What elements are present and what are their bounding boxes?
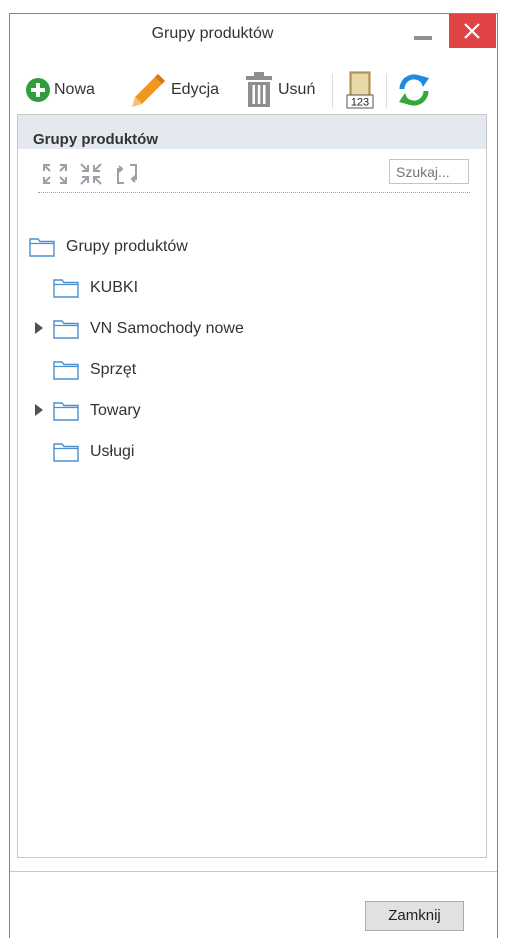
toolbar-separator [332, 74, 333, 108]
minimize-icon[interactable] [414, 36, 432, 40]
search-input[interactable] [389, 159, 469, 184]
tree-item-root[interactable]: Grupy produktów [29, 235, 188, 259]
tree-item[interactable]: Sprzęt [53, 358, 136, 382]
collapse-all-icon[interactable] [78, 163, 104, 185]
tree-item-label: VN Samochody nowe [90, 320, 244, 337]
tree-tools [38, 155, 470, 193]
add-circle-icon [26, 78, 50, 102]
tree-item[interactable]: Towary [53, 399, 141, 423]
folder-icon [53, 279, 79, 298]
window-title: Grupy produktów [151, 25, 274, 42]
tree-item[interactable]: Usługi [53, 440, 134, 464]
delete-button-label: Usuń [278, 81, 316, 98]
folder-icon [29, 238, 55, 257]
refresh-icon [399, 74, 429, 106]
triangle-right-icon[interactable] [34, 403, 44, 417]
new-button[interactable]: Nowa [26, 68, 95, 112]
close-icon [464, 23, 480, 39]
tree-item-label: Grupy produktów [66, 238, 188, 255]
triangle-right-icon[interactable] [34, 321, 44, 335]
pencil-icon [132, 74, 165, 107]
toolbar: Nowa Edycja Usuń 123 [10, 68, 497, 112]
sort-icon[interactable] [114, 163, 140, 185]
tree-item-label: Towary [90, 402, 141, 419]
folder-icon [53, 402, 79, 421]
tree-item-label: KUBKI [90, 279, 139, 296]
close-dialog-button[interactable]: Zamknij [365, 901, 464, 931]
dialog-window: Grupy produktów Nowa Edycja Usuń 123 Gru… [9, 13, 498, 938]
refresh-button[interactable] [396, 68, 432, 112]
tree-item-label: Usługi [90, 443, 135, 460]
tree-item-label: Sprzęt [90, 361, 137, 378]
delete-button[interactable]: Usuń [244, 68, 315, 112]
title-bar: Grupy produktów [10, 14, 497, 60]
edit-button-label: Edycja [171, 81, 220, 98]
folder-icon [53, 361, 79, 380]
trash-icon [246, 72, 272, 107]
tree-item[interactable]: KUBKI [53, 276, 138, 300]
close-window-button[interactable] [449, 14, 496, 48]
folder-icon [53, 320, 79, 339]
new-button-label: Nowa [54, 81, 95, 98]
toolbar-separator [386, 74, 387, 108]
tree-item[interactable]: VN Samochody nowe [53, 317, 244, 341]
numbering-button[interactable]: 123 [343, 68, 377, 112]
expand-all-icon[interactable] [42, 163, 68, 185]
svg-text:123: 123 [351, 97, 369, 109]
product-groups-panel: Grupy produktów Szukaj... Grupy produktó… [17, 114, 487, 858]
panel-header: Grupy produktów [18, 115, 486, 149]
folder-icon [53, 443, 79, 462]
edit-button[interactable]: Edycja [131, 68, 219, 112]
panel-title: Grupy produktów [33, 131, 158, 148]
footer-divider [10, 871, 497, 872]
numbering-icon: 123 [346, 71, 374, 109]
